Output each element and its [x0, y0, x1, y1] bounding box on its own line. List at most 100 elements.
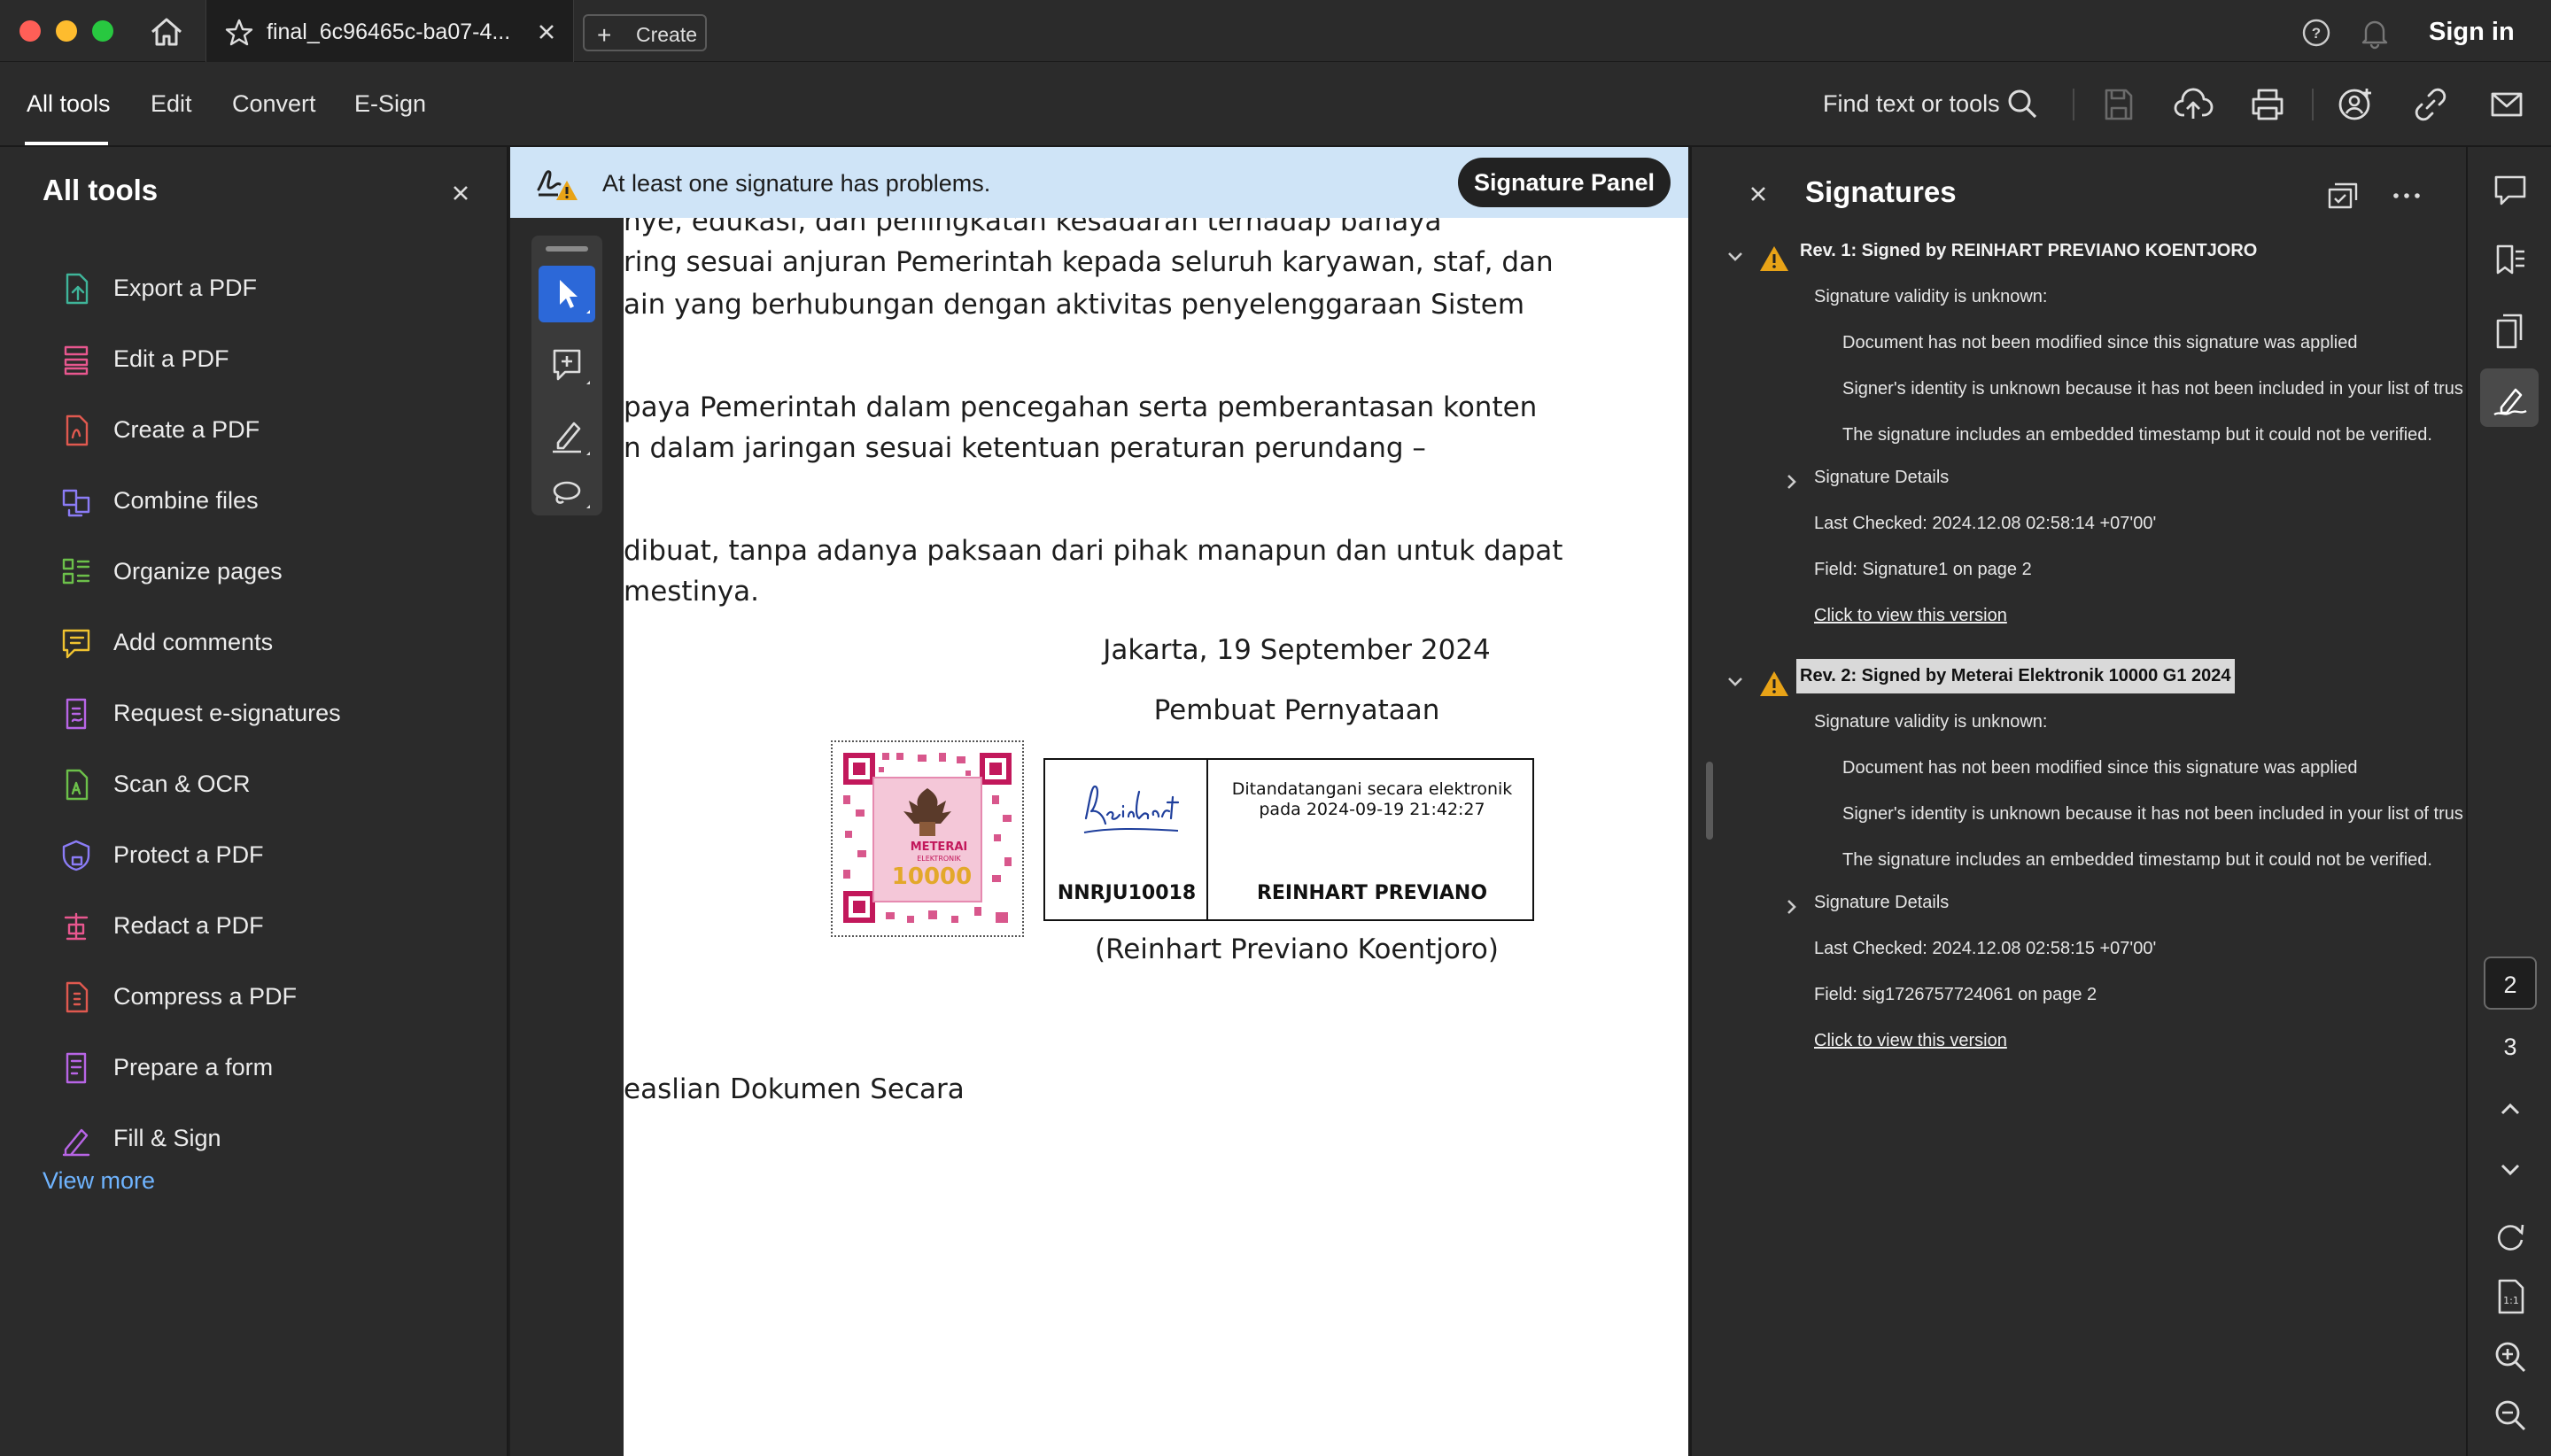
page-thumbnails-icon[interactable]: [2489, 310, 2532, 352]
signature-field: Field: sig1726757724061 on page 2: [1814, 985, 2097, 1004]
add-comments-icon: [58, 625, 94, 661]
find-text-or-tools-button[interactable]: Find text or tools: [1823, 90, 2000, 118]
zoom-in-icon[interactable]: [2489, 1336, 2532, 1378]
close-window-button[interactable]: [19, 20, 41, 42]
more-options-icon[interactable]: [2388, 177, 2425, 214]
signer-full-name: (Reinhart Previano Koentjoro): [1094, 933, 1499, 965]
panel-resize-handle[interactable]: [1706, 762, 1713, 840]
close-tab-icon[interactable]: [534, 19, 559, 44]
minimize-window-button[interactable]: [56, 20, 77, 42]
svg-text:1:1: 1:1: [2503, 1295, 2519, 1306]
chevron-right-icon[interactable]: [1780, 896, 1802, 918]
tool-organize-pages[interactable]: Organize pages: [43, 544, 468, 600]
zoom-out-icon[interactable]: [2489, 1394, 2532, 1437]
electronic-signature-stamp[interactable]: NNRJU10018 Ditandatangani secara elektro…: [1043, 758, 1534, 921]
tool-prepare-form[interactable]: Prepare a form: [43, 1040, 468, 1096]
meterai-value: 10000: [892, 864, 972, 890]
signature-details-toggle[interactable]: Signature Details: [1814, 468, 1949, 488]
tool-fill-sign[interactable]: Fill & Sign: [43, 1111, 468, 1167]
tool-label: Create a PDF: [113, 416, 260, 443]
close-signatures-panel-icon[interactable]: [1747, 182, 1770, 205]
chevron-down-icon[interactable]: [2489, 1148, 2532, 1190]
tab-all-tools[interactable]: All tools: [27, 90, 111, 118]
tool-label: Prepare a form: [113, 1054, 274, 1080]
signature-panel-button[interactable]: Signature Panel: [1458, 158, 1671, 207]
view-version-link[interactable]: Click to view this version: [1814, 1031, 2007, 1051]
timestamp-status: The signature includes an embedded times…: [1842, 425, 2432, 445]
home-icon[interactable]: [147, 14, 186, 50]
signature-note-line2: pada 2024-09-19 21:42:27: [1259, 800, 1485, 819]
view-version-link[interactable]: Click to view this version: [1814, 606, 2007, 626]
notifications-bell-icon[interactable]: [2360, 16, 2390, 50]
chevron-right-icon[interactable]: [1780, 471, 1802, 492]
tab-edit[interactable]: Edit: [151, 90, 192, 118]
tab-convert[interactable]: Convert: [232, 90, 316, 118]
fill-sign-icon: [58, 1121, 94, 1157]
actual-size-icon[interactable]: 1:1: [2489, 1275, 2532, 1318]
rotate-icon[interactable]: [2489, 1215, 2532, 1258]
signature-details-toggle[interactable]: Signature Details: [1814, 893, 1949, 913]
validate-all-icon[interactable]: [2324, 177, 2361, 214]
last-checked: Last Checked: 2024.12.08 02:58:14 +07'00…: [1814, 514, 2157, 533]
document-tab[interactable]: final_6c96465c-ba07-4...: [205, 0, 574, 64]
quick-tools-toolbar: [531, 236, 602, 515]
maker-label: Pembuat Pernyataan: [1153, 694, 1440, 726]
comments-icon[interactable]: [2489, 168, 2532, 211]
warning-icon: [1759, 244, 1789, 273]
chevron-down-icon[interactable]: [1724, 670, 1747, 693]
tool-request-esign[interactable]: Request e-signatures: [43, 685, 468, 742]
tool-label: Add comments: [113, 629, 274, 655]
signature-pen-icon[interactable]: [2489, 377, 2532, 420]
save-icon[interactable]: [2097, 83, 2140, 126]
document-text-line: nye, edukasi, dan peningkatan kesadaran …: [624, 218, 1442, 237]
share-user-icon[interactable]: [2335, 83, 2377, 126]
tool-protect-pdf[interactable]: Protect a PDF: [43, 827, 468, 884]
star-icon[interactable]: [224, 18, 254, 48]
meterai-qr-code[interactable]: METERAI ELEKTRONIK 10000: [831, 740, 1024, 937]
toolbar-divider: [2312, 89, 2314, 120]
chevron-up-icon[interactable]: [2489, 1088, 2532, 1130]
tool-combine-files[interactable]: Combine files: [43, 473, 468, 530]
tool-scan-ocr[interactable]: Scan & OCR: [43, 756, 468, 813]
revision-title[interactable]: Rev. 1: Signed by REINHART PREVIANO KOEN…: [1800, 241, 2257, 261]
upload-cloud-icon[interactable]: [2172, 83, 2214, 126]
meterai-word: METERAI: [911, 840, 967, 854]
timestamp-status: The signature includes an embedded times…: [1842, 850, 2432, 870]
redact-pdf-icon: [58, 909, 94, 944]
page-number-current[interactable]: 2: [2484, 956, 2537, 1010]
chevron-down-icon[interactable]: [1724, 244, 1747, 267]
tool-label: Combine files: [113, 487, 259, 514]
view-more-link[interactable]: View more: [43, 1167, 155, 1195]
sign-in-button[interactable]: Sign in: [2429, 18, 2515, 47]
tool-label: Redact a PDF: [113, 912, 264, 939]
tool-label: Scan & OCR: [113, 771, 251, 797]
document-text-line: dibuat, tanpa adanya paksaan dari pihak …: [624, 535, 1563, 567]
warning-icon: [1759, 670, 1789, 698]
tool-compress-pdf[interactable]: Compress a PDF: [43, 969, 468, 1026]
lasso-draw-icon[interactable]: [539, 478, 595, 514]
highlight-pen-icon[interactable]: [539, 407, 595, 464]
close-panel-icon[interactable]: [448, 181, 473, 205]
print-icon[interactable]: [2246, 83, 2289, 126]
tool-create-pdf[interactable]: Create a PDF: [43, 402, 468, 459]
link-icon[interactable]: [2409, 83, 2452, 126]
help-icon[interactable]: ?: [2301, 18, 2331, 48]
revision-title[interactable]: Rev. 2: Signed by Meterai Elektronik 100…: [1796, 659, 2235, 693]
page-number[interactable]: 3: [2484, 1020, 2537, 1073]
search-icon[interactable]: [2002, 83, 2044, 126]
tool-export-pdf[interactable]: Export a PDF: [43, 260, 468, 317]
drag-handle[interactable]: [546, 246, 588, 252]
tool-redact-pdf[interactable]: Redact a PDF: [43, 898, 468, 955]
tool-edit-pdf[interactable]: Edit a PDF: [43, 331, 468, 388]
bookmarks-icon[interactable]: [2489, 239, 2532, 282]
zoom-window-button[interactable]: [92, 20, 113, 42]
email-icon[interactable]: [2485, 83, 2528, 126]
stamp-divider: [1206, 760, 1208, 919]
tab-e-sign[interactable]: E-Sign: [354, 90, 426, 118]
create-button[interactable]: + Create: [583, 14, 707, 51]
tool-add-comments[interactable]: Add comments: [43, 615, 468, 671]
add-comment-icon[interactable]: [539, 337, 595, 393]
select-cursor-icon[interactable]: [539, 266, 595, 322]
document-text-line: ring sesuai anjuran Pemerintah kepada se…: [624, 246, 1554, 278]
organize-pages-icon: [58, 554, 94, 590]
